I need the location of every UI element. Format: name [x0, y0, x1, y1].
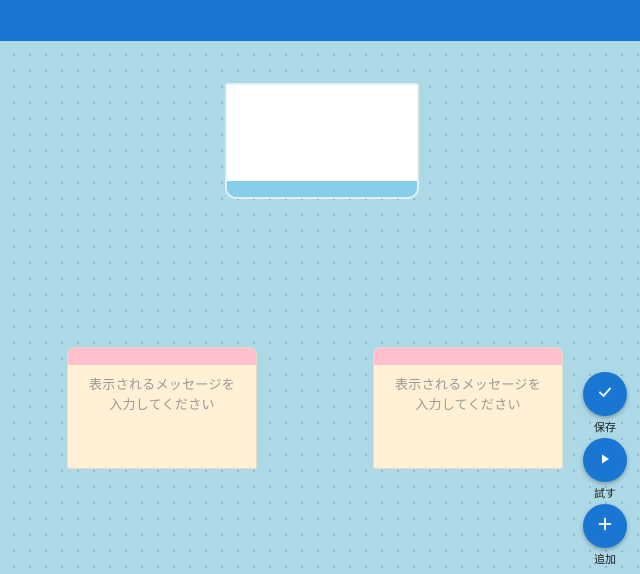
add-fab-group: 追加: [582, 504, 628, 567]
image-area[interactable]: [227, 85, 417, 181]
try-button-label: 試す: [594, 487, 616, 500]
try-fab-group: 試す: [582, 438, 628, 501]
try-button[interactable]: [583, 438, 627, 482]
message-placeholder[interactable]: 表示されるメッセージを 入力してください: [374, 376, 562, 416]
message-placeholder-line1: 表示されるメッセージを: [394, 378, 542, 393]
message-placeholder-line1: 表示されるメッセージを: [88, 378, 236, 393]
message-card-header[interactable]: [68, 348, 256, 365]
add-button[interactable]: [583, 504, 627, 548]
plus-icon: [597, 516, 613, 536]
save-fab-group: 保存: [582, 372, 628, 435]
message-card-left[interactable]: 表示されるメッセージを 入力してください: [67, 347, 257, 469]
play-icon: [598, 451, 612, 470]
save-button[interactable]: [583, 372, 627, 416]
message-placeholder[interactable]: 表示されるメッセージを 入力してください: [68, 376, 256, 416]
save-button-label: 保存: [594, 421, 616, 434]
add-button-label: 追加: [594, 553, 616, 566]
message-placeholder-line2: 入力してください: [109, 398, 215, 413]
image-card[interactable]: [226, 84, 418, 198]
check-icon: [597, 384, 613, 404]
message-card-right[interactable]: 表示されるメッセージを 入力してください: [373, 347, 563, 469]
image-card-footer: [227, 181, 417, 197]
app-bar: [0, 0, 640, 41]
message-placeholder-line2: 入力してください: [415, 398, 521, 413]
message-card-header[interactable]: [374, 348, 562, 365]
